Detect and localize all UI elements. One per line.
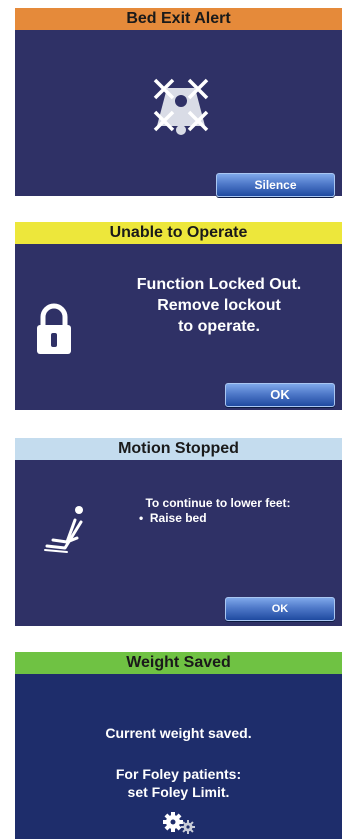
foley-note: For Foley patients: set Foley Limit. xyxy=(15,765,342,801)
alert-body: Silence xyxy=(15,30,342,197)
message-line: to operate. xyxy=(178,318,260,335)
silence-button[interactable]: Silence xyxy=(216,173,335,197)
alert-header: Motion Stopped xyxy=(15,438,342,460)
alert-header: Weight Saved xyxy=(15,652,342,674)
ok-button[interactable]: OK xyxy=(225,383,335,407)
lock-icon xyxy=(37,303,71,354)
alert-header: Unable to Operate xyxy=(15,222,342,244)
recline-chair-icon xyxy=(44,506,83,553)
bullet-dot: • xyxy=(139,511,150,525)
unable-to-operate-panel: Unable to Operate Function Locked Out. R… xyxy=(15,222,342,410)
alert-body: Current weight saved. For Foley patients… xyxy=(15,674,342,839)
bullet-text: Raise bed xyxy=(149,511,207,525)
weight-saved-panel: Weight Saved Current weight saved. For F… xyxy=(15,652,342,839)
gears-icon xyxy=(163,812,195,834)
message-line: Function Locked Out. xyxy=(136,276,302,293)
note-line: For Foley patients: xyxy=(115,766,242,782)
alert-body: Function Locked Out. Remove lockout to o… xyxy=(15,244,342,410)
bed-exit-alert-panel: Bed Exit Alert Silence xyxy=(15,8,342,197)
motion-stopped-panel: Motion Stopped To continue to lower feet… xyxy=(15,438,342,626)
ok-button[interactable]: OK xyxy=(225,597,335,621)
bed-exit-icon xyxy=(153,78,209,135)
message-line: Remove lockout xyxy=(157,297,281,314)
alert-header: Bed Exit Alert xyxy=(15,8,342,30)
lockout-message: Function Locked Out. Remove lockout to o… xyxy=(99,274,339,337)
instruction-bullet: • Raise bed xyxy=(139,511,299,526)
note-line: set Foley Limit. xyxy=(127,784,230,800)
weight-saved-message: Current weight saved. xyxy=(105,725,252,741)
instruction-message: To continue to lower feet: xyxy=(145,496,291,510)
alert-body: To continue to lower feet: • Raise bed O… xyxy=(15,460,342,626)
